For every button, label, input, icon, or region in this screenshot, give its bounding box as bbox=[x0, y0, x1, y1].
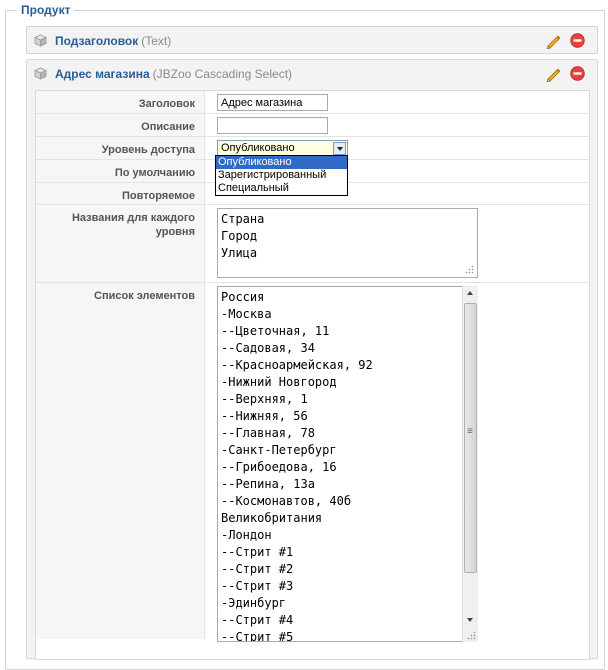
param-row-level-names: Названия для каждого уровня Страна Город… bbox=[36, 205, 589, 283]
element-row-subtitle[interactable]: Подзаголовок (Text) bbox=[26, 26, 598, 54]
param-label: Названия для каждого уровня bbox=[36, 205, 205, 282]
element-type: (Text) bbox=[141, 34, 172, 48]
cube-icon bbox=[34, 34, 47, 47]
delete-icon[interactable] bbox=[570, 33, 585, 48]
section-legend: Продукт bbox=[17, 3, 75, 17]
level-names-textarea[interactable]: Страна Город Улица bbox=[217, 208, 478, 278]
scroll-thumb[interactable] bbox=[464, 303, 477, 573]
param-label: Описание bbox=[36, 114, 205, 136]
scroll-up-icon[interactable] bbox=[463, 286, 478, 301]
access-level-dropdown[interactable]: Опубликовано Зарегистрированный Специаль… bbox=[215, 155, 348, 196]
element-header[interactable]: Подзаголовок (Text) bbox=[27, 27, 597, 55]
dropdown-option[interactable]: Опубликовано bbox=[216, 156, 347, 169]
param-row-items-list: Список элементов Россия -Москва --Цветоч… bbox=[36, 283, 589, 642]
edit-pencil-icon[interactable] bbox=[545, 66, 561, 82]
title-input[interactable] bbox=[217, 94, 328, 111]
element-type: (JBZoo Cascading Select) bbox=[152, 67, 293, 81]
element-name[interactable]: Подзаголовок bbox=[55, 34, 138, 48]
items-scrollbar[interactable] bbox=[462, 286, 478, 642]
param-label: Повторяемое bbox=[36, 183, 205, 204]
resize-grip-icon[interactable] bbox=[467, 631, 476, 640]
delete-icon[interactable] bbox=[570, 66, 585, 81]
param-label: Заголовок bbox=[36, 91, 205, 113]
element-row-store-address[interactable]: Адрес магазина (JBZoo Cascading Select) З… bbox=[26, 59, 598, 660]
items-textarea-wrapper: Россия -Москва --Цветочная, 11 --Садовая… bbox=[217, 286, 478, 642]
description-input[interactable] bbox=[217, 117, 328, 134]
element-title[interactable]: Адрес магазина (JBZoo Cascading Select) bbox=[55, 67, 292, 81]
param-row-description: Описание bbox=[36, 114, 589, 137]
element-header[interactable]: Адрес магазина (JBZoo Cascading Select) bbox=[27, 60, 597, 88]
param-label: Список элементов bbox=[36, 283, 205, 639]
dropdown-option[interactable]: Зарегистрированный bbox=[216, 169, 347, 182]
chevron-down-icon[interactable] bbox=[333, 142, 346, 155]
param-row-title: Заголовок bbox=[36, 91, 589, 114]
access-selected-value: Опубликовано bbox=[221, 142, 295, 154]
param-label: По умолчанию bbox=[36, 160, 205, 182]
param-label: Уровень доступа bbox=[36, 137, 205, 159]
items-list-textarea[interactable]: Россия -Москва --Цветочная, 11 --Садовая… bbox=[217, 286, 478, 642]
resize-grip-icon[interactable] bbox=[465, 265, 474, 274]
element-name[interactable]: Адрес магазина bbox=[55, 67, 150, 81]
cube-icon bbox=[34, 67, 47, 80]
edit-pencil-icon[interactable] bbox=[545, 33, 561, 49]
scroll-down-icon[interactable] bbox=[463, 613, 478, 628]
element-title[interactable]: Подзаголовок (Text) bbox=[55, 34, 171, 48]
dropdown-option[interactable]: Специальный bbox=[216, 182, 347, 195]
